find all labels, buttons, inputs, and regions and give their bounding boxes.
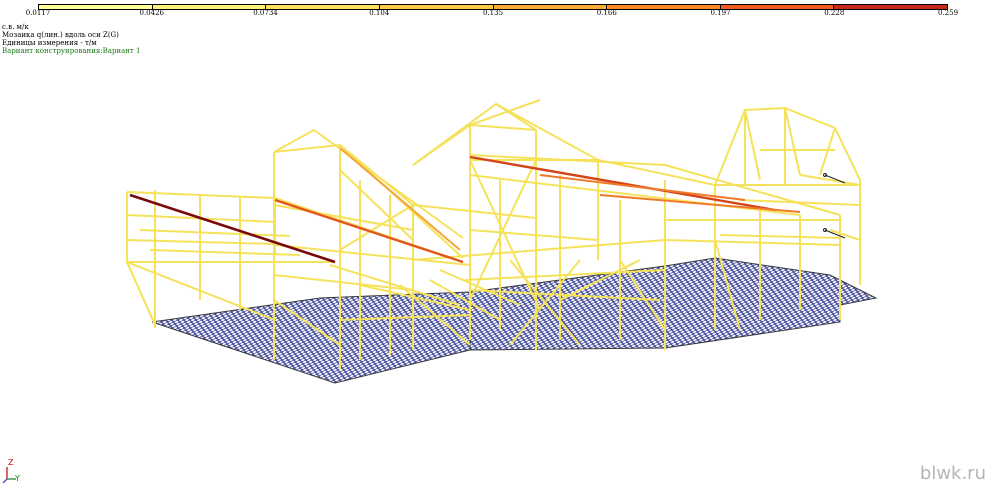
- legend-tick: 0.0734: [253, 9, 278, 17]
- legend-tick: 0.0117: [25, 9, 51, 17]
- color-scale-legend: 0.0117 0.0426 0.0734 0.104 0.135 0.166 0…: [26, 4, 958, 18]
- legend-swatch: [493, 5, 608, 9]
- legend-swatch: [379, 5, 494, 9]
- legend-tick: 0.135: [482, 9, 504, 17]
- legend-swatch: [152, 5, 267, 9]
- legend-tick: 0.228: [824, 9, 845, 17]
- legend-swatch: [834, 5, 947, 9]
- legend-swatch: [39, 5, 153, 9]
- y-axis-label: Y: [14, 474, 20, 483]
- legend-tick: 0.197: [710, 9, 731, 17]
- measure-units-label: Единицы измерения - т/м: [2, 39, 97, 47]
- axis-triad: Z Y: [2, 458, 20, 484]
- loaded-members: [129, 147, 801, 264]
- legend-tick: 0.104: [369, 9, 390, 17]
- y-axis-icon: Y: [7, 474, 20, 483]
- mosaic-title: Мозаика q(лин.) вдоль оси Z(G): [2, 31, 119, 39]
- support-markers: [823, 173, 846, 239]
- legend-swatch: [607, 5, 721, 9]
- legend-tick: 0.166: [596, 9, 617, 17]
- z-axis-label: Z: [8, 458, 14, 467]
- legend-swatch: [266, 5, 380, 9]
- x-axis-icon: [2, 478, 8, 484]
- design-variant-label: Вариант конструирования:Вариант 1: [2, 47, 141, 55]
- result-info-block: с.в. м/к Мозаика q(лин.) вдоль оси Z(G) …: [2, 23, 140, 55]
- legend-swatch: [720, 5, 835, 9]
- z-axis-icon: Z: [6, 458, 14, 479]
- watermark: blwk.ru: [919, 463, 986, 484]
- legend-tick: 0.0426: [139, 9, 165, 17]
- units-label: с.в. м/к: [2, 23, 29, 31]
- structure-3d-view[interactable]: [0, 60, 1000, 400]
- legend-tick: 0.259: [937, 9, 959, 17]
